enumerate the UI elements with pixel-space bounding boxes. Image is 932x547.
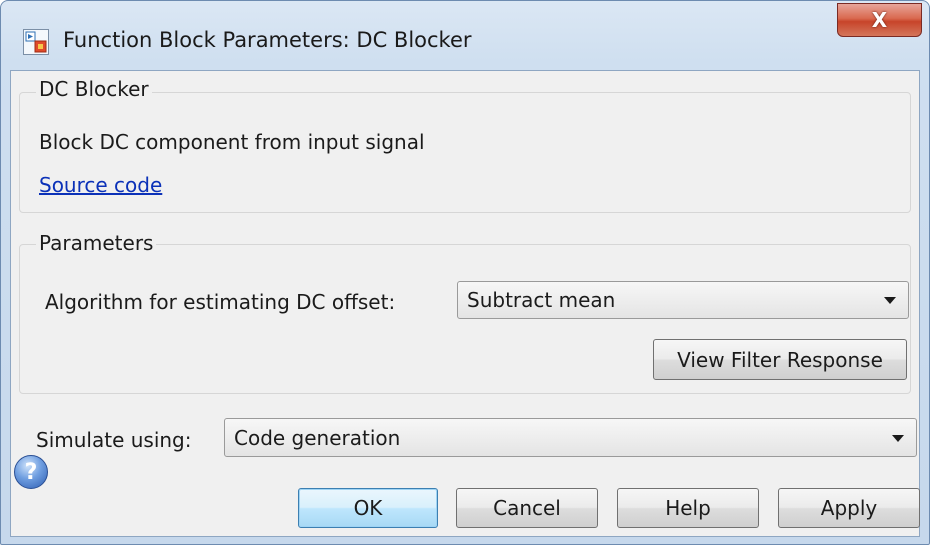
ok-button[interactable]: OK [298,488,438,528]
question-mark-icon: ? [24,459,38,485]
block-description: Block DC component from input signal [39,130,425,154]
simulate-using-label: Simulate using: [36,428,192,452]
dialog-client-area: DC Blocker Block DC component from input… [10,70,920,537]
help-button[interactable]: Help [617,488,759,528]
help-icon[interactable]: ? [14,455,48,489]
close-icon: X [871,8,888,32]
simulate-using-dropdown[interactable]: Code generation [224,418,917,457]
algorithm-dropdown[interactable]: Subtract mean [457,281,909,319]
description-group-title: DC Blocker [36,77,152,101]
close-button[interactable]: X [837,3,922,37]
simulate-selected-value: Code generation [234,425,401,450]
algorithm-selected-value: Subtract mean [467,288,616,312]
parameters-group-title: Parameters [36,231,157,255]
title-bar[interactable]: Function Block Parameters: DC Blocker X [1,1,929,77]
window-title: Function Block Parameters: DC Blocker [63,28,472,52]
simulink-block-icon [23,29,49,55]
dialog-window: Function Block Parameters: DC Blocker X … [0,0,930,545]
source-code-link[interactable]: Source code [39,173,162,197]
algorithm-label: Algorithm for estimating DC offset: [45,290,396,314]
view-filter-response-button[interactable]: View Filter Response [653,339,907,380]
chevron-down-icon [892,434,904,442]
cancel-button[interactable]: Cancel [456,488,598,528]
apply-button[interactable]: Apply [778,488,920,528]
chevron-down-icon [884,297,896,304]
